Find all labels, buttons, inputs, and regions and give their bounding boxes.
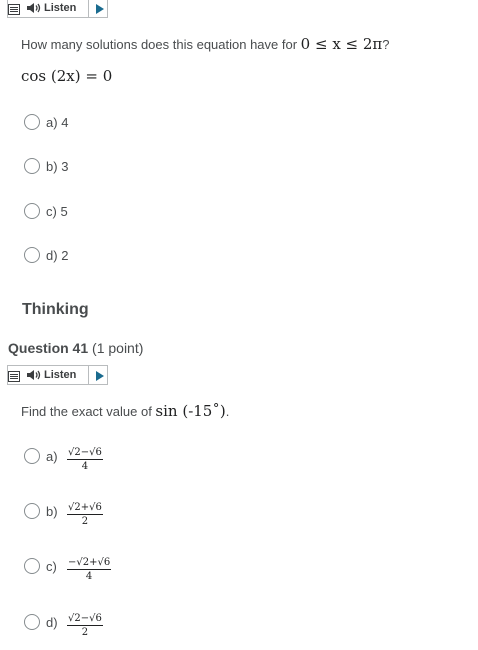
fraction: √2+√6 2 — [67, 502, 103, 527]
option-letter: d) — [46, 615, 58, 630]
listen-toolbar: Listen — [7, 365, 108, 385]
option-label: b) 3 — [46, 159, 69, 174]
radio-button[interactable] — [24, 448, 40, 464]
option-label: a) 4 — [46, 115, 69, 130]
prompt-math: 0 ≤ x ≤ 2π — [300, 35, 383, 53]
fraction-numerator: √2−√6 — [67, 613, 103, 626]
prompt-suffix: . — [225, 404, 230, 419]
fraction: −√2+√6 4 — [67, 557, 112, 582]
option-letter: b) — [46, 504, 58, 519]
fraction-denominator: 4 — [81, 461, 89, 472]
listen-toolbar: Listen — [7, 0, 108, 18]
question-41-prompt: Find the exact value of sin (-15˚). — [21, 402, 229, 420]
option-label: d) 2 — [46, 248, 69, 263]
section-heading: Thinking — [22, 301, 89, 318]
question-40-prompt: How many solutions does this equation ha… — [21, 35, 390, 53]
fraction: √2−√6 2 — [67, 613, 103, 638]
prompt-text: How many solutions does this equation ha… — [21, 37, 301, 52]
question-number: Question 41 — [8, 340, 89, 356]
equation: cos (2x) = 0 — [21, 67, 113, 85]
fraction-denominator: 4 — [85, 571, 93, 582]
question-41-header: Question 41 (1 point) — [8, 340, 143, 356]
question-points: (1 point) — [92, 340, 144, 356]
option-label: c) 5 — [46, 204, 68, 219]
radio-button[interactable] — [24, 247, 40, 263]
document-icon[interactable] — [8, 4, 20, 15]
fraction-numerator: √2+√6 — [67, 502, 103, 515]
radio-button[interactable] — [24, 114, 40, 130]
radio-button[interactable] — [24, 503, 40, 519]
fraction-denominator: 2 — [81, 516, 89, 527]
option-letter: c) — [46, 559, 57, 574]
listen-label[interactable]: Listen — [44, 2, 76, 14]
radio-button[interactable] — [24, 203, 40, 219]
option-letter: a) — [46, 449, 58, 464]
listen-divider — [88, 0, 89, 17]
prompt-math: sin (-15˚) — [155, 402, 226, 420]
prompt-suffix: ? — [382, 37, 390, 52]
document-icon[interactable] — [8, 371, 20, 382]
listen-divider — [88, 366, 89, 384]
fraction-denominator: 2 — [81, 627, 89, 638]
prompt-text: Find the exact value of — [21, 404, 156, 419]
radio-button[interactable] — [24, 158, 40, 174]
fraction: √2−√6 4 — [67, 447, 103, 472]
radio-button[interactable] — [24, 614, 40, 630]
speaker-icon — [27, 3, 41, 13]
fraction-numerator: −√2+√6 — [67, 557, 112, 570]
radio-button[interactable] — [24, 558, 40, 574]
play-icon[interactable] — [96, 4, 104, 14]
listen-label[interactable]: Listen — [44, 369, 76, 381]
play-icon[interactable] — [96, 371, 104, 381]
fraction-numerator: √2−√6 — [67, 447, 103, 460]
speaker-icon — [27, 370, 41, 380]
